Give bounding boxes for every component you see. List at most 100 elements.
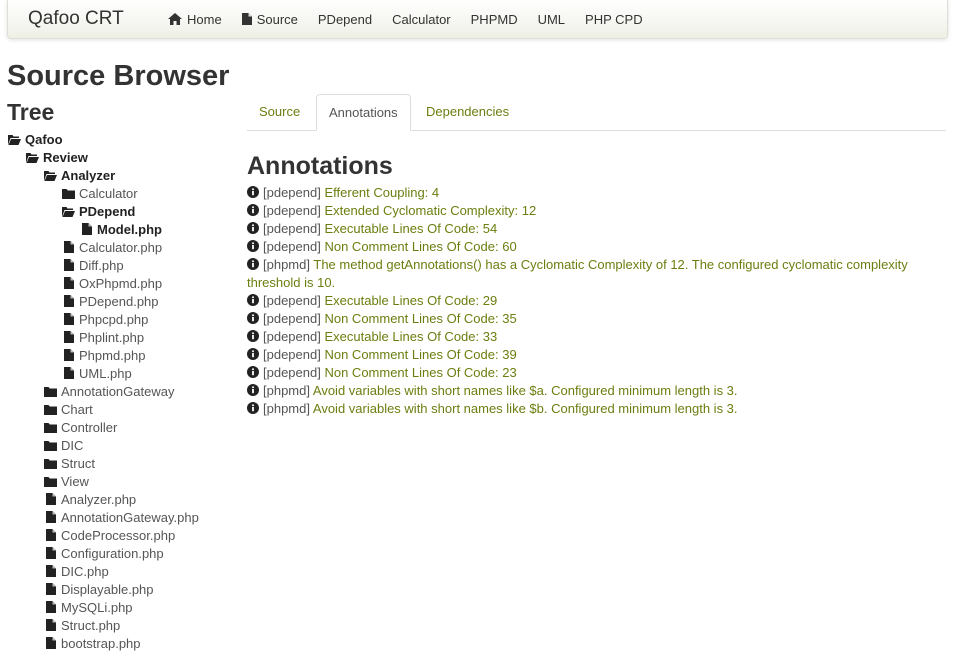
tree-file-item[interactable]: bootstrap.php xyxy=(44,634,141,652)
tree-file-item[interactable]: Diff.php xyxy=(62,256,124,274)
annotation-message-link[interactable]: Non Comment Lines Of Code: 35 xyxy=(324,311,516,326)
tree-item-label: Phplint.php xyxy=(79,329,145,345)
info-icon xyxy=(247,204,260,217)
folder-open-icon xyxy=(62,205,75,217)
info-icon xyxy=(247,366,260,379)
annotation-message-link[interactable]: Executable Lines Of Code: 54 xyxy=(324,221,497,236)
tree-item-label: AnnotationGateway xyxy=(61,383,175,399)
tree-item-label: Analyzer.php xyxy=(61,491,137,507)
tree-folder-item[interactable]: Analyzer xyxy=(44,166,115,184)
tree-folder-item[interactable]: DIC xyxy=(44,436,83,454)
tree-file-item[interactable]: UML.php xyxy=(62,364,132,382)
tree-folder-item[interactable]: Controller xyxy=(44,418,117,436)
annotation-message-link[interactable]: Non Comment Lines Of Code: 39 xyxy=(324,347,516,362)
tree-file-item[interactable]: Calculator.php xyxy=(62,238,162,256)
tree-folder-item[interactable]: Calculator xyxy=(62,184,138,202)
annotation-message-link[interactable]: Avoid variables with short names like $a… xyxy=(313,383,738,398)
file-icon xyxy=(44,619,57,631)
annotation-message-link[interactable]: Efferent Coupling: 4 xyxy=(324,185,439,200)
tree-file-item[interactable]: Phpmd.php xyxy=(62,346,146,364)
annotation-message-link[interactable]: Extended Cyclomatic Complexity: 12 xyxy=(324,203,536,218)
tree-item-label: Calculator xyxy=(79,185,138,201)
tree-file-item[interactable]: Phplint.php xyxy=(62,328,144,346)
file-icon xyxy=(44,565,57,577)
tree-file-item[interactable]: Displayable.php xyxy=(44,580,154,598)
annotation-message-link[interactable]: Executable Lines Of Code: 29 xyxy=(324,293,497,308)
annotation-message-link[interactable]: The method getAnnotations() has a Cyclom… xyxy=(247,257,908,290)
tree-folder-item[interactable]: View xyxy=(44,472,89,490)
tree-item-label: Phpcpd.php xyxy=(79,311,149,327)
annotation-item: [phpmd] Avoid variables with short names… xyxy=(247,382,937,400)
file-icon xyxy=(44,511,57,523)
folder-icon xyxy=(44,475,57,487)
tree-item-label: Qafoo xyxy=(25,131,63,147)
nav-phpmd[interactable]: PHPMD xyxy=(461,0,528,38)
tree-item-label: Controller xyxy=(61,419,118,435)
annotation-source: [pdepend] xyxy=(263,185,321,200)
tree-item-label: DIC xyxy=(61,437,84,453)
tree-item-label: Diff.php xyxy=(79,257,124,273)
tree-folder-item[interactable]: Struct xyxy=(44,454,95,472)
folder-open-icon xyxy=(44,169,57,181)
tree-file-item[interactable]: Analyzer.php xyxy=(44,490,136,508)
file-icon xyxy=(62,277,75,289)
annotation-item: [pdepend] Executable Lines Of Code: 54 xyxy=(247,220,937,238)
folder-icon xyxy=(44,385,57,397)
file-icon xyxy=(44,637,57,649)
annotation-source: [phpmd] xyxy=(263,257,310,272)
main-nav: Home Source PDepend Calculator PHPMD UML… xyxy=(158,0,653,38)
tree-folder-item[interactable]: Chart xyxy=(44,400,93,418)
info-icon xyxy=(247,384,260,397)
annotation-source: [phpmd] xyxy=(263,401,310,416)
file-icon xyxy=(80,223,93,235)
nav-uml[interactable]: UML xyxy=(528,0,575,38)
annotation-message-link[interactable]: Non Comment Lines Of Code: 23 xyxy=(324,365,516,380)
annotation-source: [pdepend] xyxy=(263,347,321,362)
nav-home[interactable]: Home xyxy=(158,0,232,38)
tree-file-item[interactable]: Configuration.php xyxy=(44,544,164,562)
tree-file-item[interactable]: MySQLi.php xyxy=(44,598,133,616)
tree-item-label: CodeProcessor.php xyxy=(61,527,176,543)
annotation-message-link[interactable]: Avoid variables with short names like $b… xyxy=(313,401,738,416)
tab-annotations[interactable]: Annotations xyxy=(316,94,411,131)
tree-folder-item[interactable]: Qafoo xyxy=(8,130,63,148)
annotation-item: [pdepend] Efferent Coupling: 4 xyxy=(247,184,937,202)
nav-source[interactable]: Source xyxy=(232,0,308,38)
tree-file-item[interactable]: Struct.php xyxy=(44,616,120,634)
brand-link[interactable]: Qafoo CRT xyxy=(28,8,124,30)
info-icon xyxy=(247,402,260,415)
tree-file-item[interactable]: PDepend.php xyxy=(62,292,159,310)
tree-item-label: Calculator.php xyxy=(79,239,163,255)
tree-file-item[interactable]: OxPhpmd.php xyxy=(62,274,162,292)
annotation-item: [pdepend] Non Comment Lines Of Code: 60 xyxy=(247,238,937,256)
file-icon xyxy=(44,529,57,541)
annotation-item: [pdepend] Extended Cyclomatic Complexity… xyxy=(247,202,937,220)
file-icon xyxy=(62,349,75,361)
file-icon xyxy=(44,547,57,559)
annotation-message-link[interactable]: Non Comment Lines Of Code: 60 xyxy=(324,239,516,254)
tree-file-item[interactable]: AnnotationGateway.php xyxy=(44,508,199,526)
tree-item-label: Configuration.php xyxy=(61,545,164,561)
tree-item-label: Struct xyxy=(61,455,95,471)
nav-pdepend[interactable]: PDepend xyxy=(308,0,382,38)
nav-calculator[interactable]: Calculator xyxy=(382,0,461,38)
tree-item-label: AnnotationGateway.php xyxy=(61,509,199,525)
folder-open-icon xyxy=(26,151,39,163)
tree-file-item[interactable]: CodeProcessor.php xyxy=(44,526,175,544)
tree-folder-item[interactable]: PDepend xyxy=(62,202,135,220)
annotation-message-link[interactable]: Executable Lines Of Code: 33 xyxy=(324,329,497,344)
tree-file-item[interactable]: DIC.php xyxy=(44,562,109,580)
tab-source[interactable]: Source xyxy=(247,94,312,129)
tree-folder-item[interactable]: Review xyxy=(26,148,88,166)
annotation-source: [pdepend] xyxy=(263,329,321,344)
annotation-source: [phpmd] xyxy=(263,383,310,398)
tree-file-item[interactable]: Model.php xyxy=(80,220,162,238)
annotation-item: [pdepend] Non Comment Lines Of Code: 35 xyxy=(247,310,937,328)
folder-icon xyxy=(44,403,57,415)
nav-home-label: Home xyxy=(187,11,222,27)
nav-phpcpd[interactable]: PHP CPD xyxy=(575,0,653,38)
tree-folder-item[interactable]: AnnotationGateway xyxy=(44,382,174,400)
tree-file-item[interactable]: Phpcpd.php xyxy=(62,310,148,328)
annotation-source: [pdepend] xyxy=(263,239,321,254)
tab-dependencies[interactable]: Dependencies xyxy=(414,94,521,129)
